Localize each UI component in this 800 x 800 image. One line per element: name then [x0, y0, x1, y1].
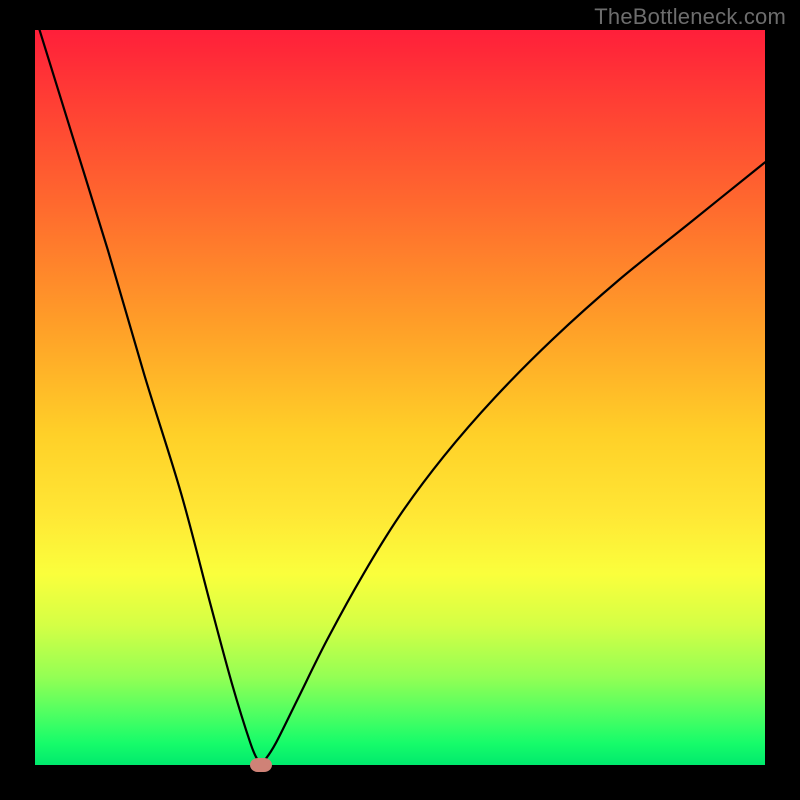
watermark-text: TheBottleneck.com [594, 4, 786, 30]
bottleneck-curve-path [35, 30, 765, 762]
plot-area [35, 30, 765, 765]
chart-frame: TheBottleneck.com [0, 0, 800, 800]
optimal-marker [250, 758, 272, 772]
curve-svg [35, 30, 765, 765]
